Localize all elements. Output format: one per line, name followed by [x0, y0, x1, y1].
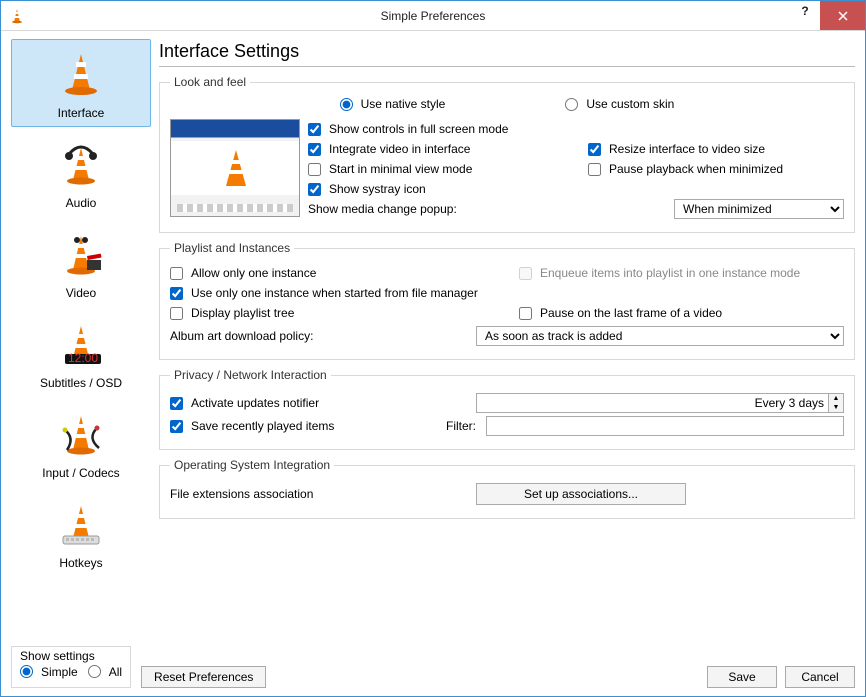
cone-osd-icon: 12:00 [53, 316, 109, 372]
spinner-down[interactable]: ▼ [829, 403, 843, 412]
updates-interval-field[interactable] [476, 393, 829, 413]
playlist-group: Playlist and Instances Allow only one in… [159, 241, 855, 360]
show-settings-simple-radio[interactable]: Simple [20, 665, 78, 679]
sidebar-item-audio[interactable]: Audio [11, 129, 151, 217]
group-legend: Privacy / Network Interaction [170, 368, 331, 382]
sidebar-label: Subtitles / OSD [40, 376, 122, 390]
save-recent-checkbox[interactable]: Save recently played items [170, 419, 430, 433]
sidebar-item-video[interactable]: Video [11, 219, 151, 307]
reset-preferences-button[interactable]: Reset Preferences [141, 666, 266, 688]
cone-headphones-icon [53, 136, 109, 192]
footer: Show settings Simple All Reset Preferenc… [1, 642, 865, 697]
category-sidebar: Interface Audio Video 12:00 Subtitles / … [11, 39, 151, 638]
systray-checkbox[interactable]: Show systray icon [308, 182, 426, 196]
pause-last-frame-checkbox[interactable]: Pause on the last frame of a video [519, 306, 722, 320]
cone-icon [53, 46, 109, 102]
media-change-label: Show media change popup: [308, 202, 668, 216]
sidebar-label: Audio [66, 196, 97, 210]
resize-interface-checkbox[interactable]: Resize interface to video size [588, 142, 765, 156]
group-legend: Playlist and Instances [170, 241, 294, 255]
native-style-radio[interactable]: Use native style [340, 97, 446, 111]
sidebar-item-input-codecs[interactable]: Input / Codecs [11, 399, 151, 487]
filter-label: Filter: [436, 419, 476, 433]
sidebar-item-interface[interactable]: Interface [11, 39, 151, 127]
integrate-video-checkbox[interactable]: Integrate video in interface [308, 142, 470, 156]
playlist-tree-checkbox[interactable]: Display playlist tree [170, 306, 294, 320]
one-instance-checkbox[interactable]: Allow only one instance [170, 266, 316, 280]
privacy-group: Privacy / Network Interaction Activate u… [159, 368, 855, 450]
filter-input[interactable] [486, 416, 844, 436]
show-settings-group: Show settings Simple All [11, 646, 131, 689]
sidebar-item-hotkeys[interactable]: Hotkeys [11, 489, 151, 577]
cone-keyboard-icon [53, 496, 109, 552]
custom-skin-radio[interactable]: Use custom skin [565, 97, 674, 111]
setup-associations-button[interactable]: Set up associations... [476, 483, 686, 505]
window-title: Simple Preferences [381, 9, 486, 23]
enqueue-checkbox: Enqueue items into playlist in one insta… [519, 266, 800, 280]
page-title: Interface Settings [159, 39, 855, 67]
show-controls-checkbox[interactable]: Show controls in full screen mode [308, 122, 508, 136]
svg-text:12:00: 12:00 [68, 351, 98, 365]
save-button[interactable]: Save [707, 666, 777, 688]
cone-cables-icon [53, 406, 109, 462]
sidebar-label: Hotkeys [59, 556, 102, 570]
cancel-button[interactable]: Cancel [785, 666, 855, 688]
sidebar-label: Video [66, 286, 96, 300]
vlc-app-icon [9, 8, 25, 24]
group-legend: Look and feel [170, 75, 250, 89]
settings-panel: Interface Settings Look and feel Use nat… [159, 39, 855, 638]
show-settings-label: Show settings [20, 649, 122, 663]
look-and-feel-group: Look and feel Use native style Use custo… [159, 75, 855, 233]
album-art-label: Album art download policy: [170, 329, 470, 343]
group-legend: Operating System Integration [170, 458, 334, 472]
pause-minimized-checkbox[interactable]: Pause playback when minimized [588, 162, 783, 176]
close-button[interactable] [820, 1, 865, 30]
preferences-window: Simple Preferences ? Interface Audio [0, 0, 866, 697]
sidebar-item-subtitles[interactable]: 12:00 Subtitles / OSD [11, 309, 151, 397]
one-instance-filemanager-checkbox[interactable]: Use only one instance when started from … [170, 286, 478, 300]
titlebar: Simple Preferences ? [1, 1, 865, 31]
album-art-select[interactable]: As soon as track is added [476, 326, 844, 346]
show-settings-all-radio[interactable]: All [88, 665, 122, 679]
sidebar-label: Interface [58, 106, 105, 120]
os-integration-group: Operating System Integration File extens… [159, 458, 855, 519]
media-change-select[interactable]: When minimized [674, 199, 844, 219]
help-button[interactable]: ? [790, 1, 820, 21]
file-ext-label: File extensions association [170, 487, 470, 501]
sidebar-label: Input / Codecs [42, 466, 119, 480]
interface-preview-image [170, 119, 300, 217]
cone-clapper-icon [53, 226, 109, 282]
spinner-up[interactable]: ▲ [829, 394, 843, 403]
minimal-view-checkbox[interactable]: Start in minimal view mode [308, 162, 472, 176]
updates-notifier-checkbox[interactable]: Activate updates notifier [170, 396, 470, 410]
